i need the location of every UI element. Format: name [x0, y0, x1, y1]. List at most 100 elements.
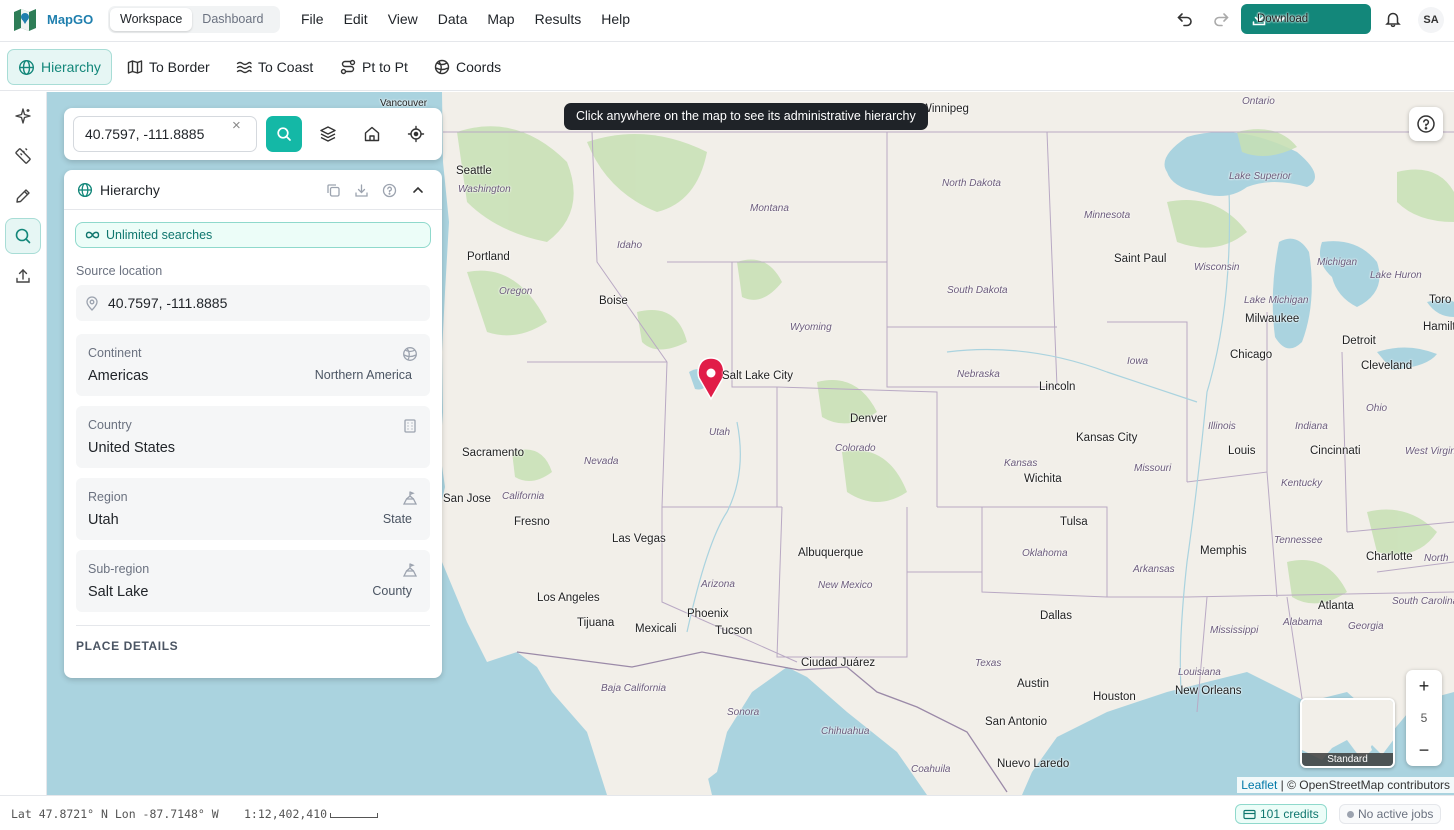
copy-icon[interactable]: [326, 183, 341, 198]
menu-edit[interactable]: Edit: [344, 11, 368, 27]
place-details-heading[interactable]: PLACE DETAILS: [76, 639, 178, 653]
menu-map[interactable]: Map: [487, 11, 514, 27]
city-label: Seattle: [456, 165, 492, 177]
zoom-level: 5: [1420, 711, 1428, 725]
redo-icon[interactable]: [1212, 10, 1230, 28]
building-icon: [404, 419, 416, 433]
search-icon: [277, 127, 291, 141]
tab-hierarchy[interactable]: Hierarchy: [7, 49, 112, 85]
search-button[interactable]: [266, 116, 302, 152]
tab-to-coast[interactable]: To Coast: [226, 49, 323, 85]
region-label: Ontario: [1242, 96, 1275, 107]
city-label: Charlotte: [1366, 551, 1413, 563]
state-label: Alabama: [1283, 617, 1323, 628]
globe-icon: [77, 182, 93, 198]
rail-measure-button[interactable]: [5, 138, 41, 174]
state-label: Baja California: [601, 683, 667, 694]
map-logo-icon[interactable]: [12, 7, 38, 33]
row-value: Utah: [88, 512, 119, 528]
chevron-up-icon[interactable]: [411, 183, 425, 197]
tab-pt-to-pt-label: Pt to Pt: [362, 59, 408, 75]
state-label: Iowa: [1127, 356, 1149, 367]
hierarchy-row-continent[interactable]: Continent Americas Northern America: [76, 334, 430, 396]
bell-icon[interactable]: [1384, 10, 1402, 28]
rail-draw-button[interactable]: [5, 178, 41, 214]
avatar[interactable]: SA: [1418, 7, 1444, 33]
ruler-icon: [15, 148, 31, 164]
globe-grid-icon: [434, 59, 450, 75]
download-button[interactable]: Download: [1241, 4, 1371, 34]
infinity-icon: [85, 231, 100, 239]
menu-help[interactable]: Help: [601, 11, 630, 27]
state-label: South Dakota: [947, 285, 1008, 296]
rail-ai-button[interactable]: [5, 98, 41, 134]
rail-search-button[interactable]: [5, 218, 41, 254]
state-label: Sonora: [727, 707, 760, 718]
attribution-leaflet-link[interactable]: Leaflet: [1241, 778, 1277, 792]
map-help-button[interactable]: [1409, 107, 1443, 141]
home-button[interactable]: [360, 122, 384, 146]
layers-button[interactable]: [316, 122, 340, 146]
state-label: Georgia: [1348, 621, 1384, 632]
city-label: Tijuana: [577, 617, 615, 629]
city-label: Denver: [850, 413, 888, 425]
city-label: Ciudad Juárez: [801, 657, 876, 669]
zoom-in-button[interactable]: +: [1406, 670, 1442, 702]
hierarchy-row-country[interactable]: Country United States: [76, 406, 430, 468]
row-key: Continent: [88, 346, 142, 360]
city-label: Tucson: [715, 625, 753, 637]
city-label: Albuquerque: [798, 547, 864, 559]
jobs-status[interactable]: No active jobs: [1339, 804, 1442, 824]
top-bar: MapGO Workspace Dashboard File Edit View…: [0, 0, 1454, 42]
locate-button[interactable]: [404, 122, 428, 146]
state-label: West Virginia: [1405, 446, 1454, 457]
card-icon: [1243, 809, 1256, 820]
status-bar: Lat 47.8721° N Lon -87.7148° W 1:12,402,…: [0, 795, 1454, 830]
app-name: MapGO: [47, 12, 94, 27]
undo-icon[interactable]: [1176, 10, 1194, 28]
mode-workspace[interactable]: Workspace: [110, 8, 193, 31]
menu-view[interactable]: View: [388, 11, 418, 27]
state-label: Coahuila: [911, 764, 951, 775]
tab-to-border[interactable]: To Border: [117, 49, 220, 85]
tab-coords[interactable]: Coords: [424, 49, 511, 85]
rail-upload-button[interactable]: [5, 258, 41, 294]
state-label: Chihuahua: [821, 726, 870, 737]
unlimited-searches-label: Unlimited searches: [106, 228, 213, 242]
city-label: Memphis: [1200, 545, 1247, 557]
city-label: Houston: [1093, 691, 1136, 703]
landmark-icon: [402, 491, 418, 505]
city-label: Phoenix: [687, 608, 729, 620]
menu-results[interactable]: Results: [535, 11, 582, 27]
city-label: Lincoln: [1039, 381, 1076, 393]
tab-pt-to-pt[interactable]: Pt to Pt: [330, 49, 418, 85]
state-label: Michigan: [1317, 257, 1358, 268]
city-label: Sacramento: [462, 447, 525, 459]
upload-icon: [16, 269, 30, 283]
city-label: Portland: [467, 251, 510, 263]
route-icon: [340, 59, 356, 75]
zoom-out-button[interactable]: −: [1406, 734, 1442, 766]
download-icon[interactable]: [354, 183, 369, 198]
basemap-switcher[interactable]: Standard: [1300, 698, 1395, 768]
hierarchy-row-region[interactable]: Region Utah State: [76, 478, 430, 540]
hierarchy-row-subregion[interactable]: Sub-region Salt Lake County: [76, 550, 430, 612]
city-label: Detroit: [1342, 335, 1376, 347]
status-dot: [1347, 811, 1354, 818]
menu-file[interactable]: File: [301, 11, 324, 27]
state-label: Minnesota: [1084, 210, 1131, 221]
state-label: Montana: [750, 203, 789, 214]
search-input[interactable]: 40.7597, -111.8885: [73, 116, 257, 152]
crosshair-icon: [407, 125, 425, 143]
city-label: Salt Lake City: [722, 370, 793, 382]
mode-dashboard[interactable]: Dashboard: [192, 8, 273, 31]
clear-search-button[interactable]: ×: [232, 117, 241, 134]
city-label: Wichita: [1024, 473, 1062, 485]
state-label: Louisiana: [1178, 667, 1221, 678]
credits-badge[interactable]: 101 credits: [1235, 804, 1327, 824]
mode-switch: Workspace Dashboard: [108, 6, 280, 33]
state-label: Nebraska: [957, 369, 1000, 380]
map-pin-icon: [86, 296, 98, 311]
help-circle-icon[interactable]: [382, 183, 397, 198]
menu-data[interactable]: Data: [438, 11, 468, 27]
